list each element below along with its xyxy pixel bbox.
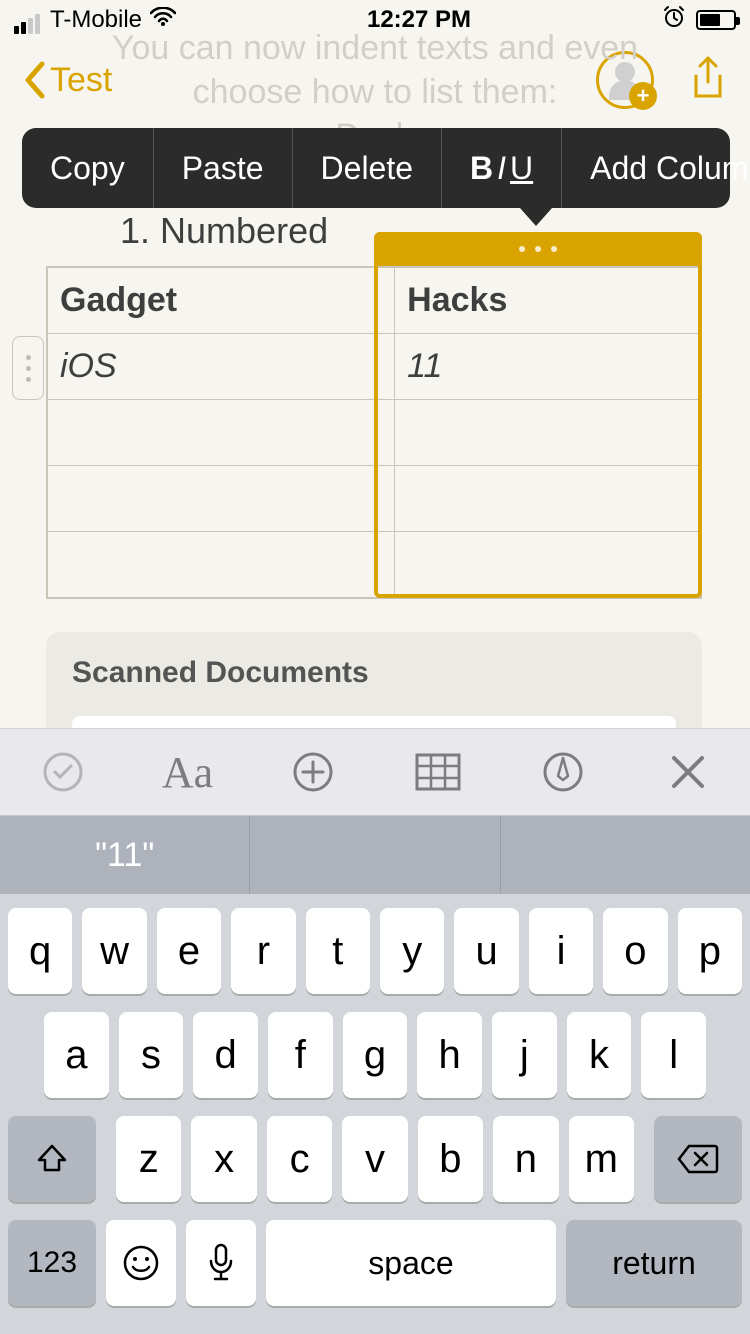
key-a[interactable]: a	[44, 1012, 109, 1098]
back-label: Test	[50, 61, 112, 100]
key-v[interactable]: v	[342, 1116, 407, 1202]
key-d[interactable]: d	[193, 1012, 258, 1098]
ctx-paste[interactable]: Paste	[154, 128, 293, 208]
key-l[interactable]: l	[641, 1012, 706, 1098]
dictation-key[interactable]	[186, 1220, 256, 1306]
key-u[interactable]: u	[454, 908, 518, 994]
shift-key[interactable]	[8, 1116, 96, 1202]
clock-label: 12:27 PM	[367, 6, 471, 34]
plus-badge-icon: +	[629, 82, 657, 110]
prediction-candidate[interactable]	[501, 816, 750, 894]
context-menu: Copy Paste Delete BIU Add Column	[22, 128, 730, 208]
wifi-icon	[150, 7, 176, 33]
key-s[interactable]: s	[119, 1012, 184, 1098]
key-m[interactable]: m	[569, 1116, 634, 1202]
key-p[interactable]: p	[678, 908, 742, 994]
table-cell[interactable]: 11	[395, 334, 701, 400]
text-style-button[interactable]: Aa	[158, 742, 218, 802]
status-bar: T-Mobile 12:27 PM	[0, 0, 750, 40]
share-button[interactable]	[688, 54, 728, 107]
key-y[interactable]: y	[380, 908, 444, 994]
signal-icon	[14, 6, 42, 34]
key-g[interactable]: g	[343, 1012, 408, 1098]
nav-bar: Test +	[0, 40, 750, 120]
key-x[interactable]: x	[191, 1116, 256, 1202]
carrier-label: T-Mobile	[50, 6, 142, 34]
ctx-delete[interactable]: Delete	[293, 128, 443, 208]
prediction-candidate[interactable]	[250, 816, 500, 894]
scanned-docs-attachment[interactable]: Scanned Documents	[46, 632, 702, 728]
key-b[interactable]: b	[418, 1116, 483, 1202]
key-w[interactable]: w	[82, 908, 146, 994]
table-cell[interactable]: iOS	[48, 334, 395, 400]
backspace-key[interactable]	[654, 1116, 742, 1202]
key-o[interactable]: o	[603, 908, 667, 994]
add-people-button[interactable]: +	[596, 51, 654, 109]
key-e[interactable]: e	[157, 908, 221, 994]
alarm-icon	[662, 5, 686, 36]
keyboard: qwertyuiop asdfghjkl zxcvbnm 123 space r…	[0, 894, 750, 1334]
key-n[interactable]: n	[493, 1116, 558, 1202]
return-key[interactable]: return	[566, 1220, 742, 1306]
table-cell[interactable]	[48, 532, 395, 598]
context-menu-arrow-icon	[520, 208, 552, 226]
battery-icon	[696, 10, 736, 30]
table-cell[interactable]	[395, 532, 701, 598]
key-f[interactable]: f	[268, 1012, 333, 1098]
table-cell[interactable]	[395, 466, 701, 532]
ctx-add-column[interactable]: Add Column	[562, 128, 750, 208]
numbers-key[interactable]: 123	[8, 1220, 96, 1306]
table-row-handle[interactable]	[12, 336, 44, 400]
table-cell[interactable]	[48, 400, 395, 466]
table-column-handle[interactable]	[374, 232, 702, 266]
ctx-copy[interactable]: Copy	[22, 128, 154, 208]
table-cell[interactable]	[48, 466, 395, 532]
table-header-cell[interactable]: Hacks	[395, 268, 701, 334]
scanned-docs-title: Scanned Documents	[72, 656, 676, 690]
note-table[interactable]: Gadget Hacks iOS 11	[46, 266, 702, 599]
key-z[interactable]: z	[116, 1116, 181, 1202]
back-button[interactable]: Test	[22, 60, 112, 100]
space-key[interactable]: space	[266, 1220, 556, 1306]
key-t[interactable]: t	[306, 908, 370, 994]
key-j[interactable]: j	[492, 1012, 557, 1098]
emoji-key[interactable]	[106, 1220, 176, 1306]
prediction-candidate[interactable]: "11"	[0, 816, 250, 894]
key-c[interactable]: c	[267, 1116, 332, 1202]
key-h[interactable]: h	[417, 1012, 482, 1098]
key-r[interactable]: r	[231, 908, 295, 994]
checklist-icon[interactable]	[33, 742, 93, 802]
notes-format-toolbar: Aa	[0, 728, 750, 816]
key-k[interactable]: k	[567, 1012, 632, 1098]
key-i[interactable]: i	[529, 908, 593, 994]
table-header-cell[interactable]: Gadget	[48, 268, 395, 334]
ctx-format[interactable]: BIU	[442, 128, 562, 208]
predictive-bar: "11"	[0, 816, 750, 894]
table-icon[interactable]	[408, 742, 468, 802]
table-cell[interactable]	[395, 400, 701, 466]
close-icon[interactable]	[658, 742, 718, 802]
draw-icon[interactable]	[533, 742, 593, 802]
add-attachment-icon[interactable]	[283, 742, 343, 802]
key-q[interactable]: q	[8, 908, 72, 994]
numbered-list-item[interactable]: 1. Numbered	[120, 210, 328, 252]
